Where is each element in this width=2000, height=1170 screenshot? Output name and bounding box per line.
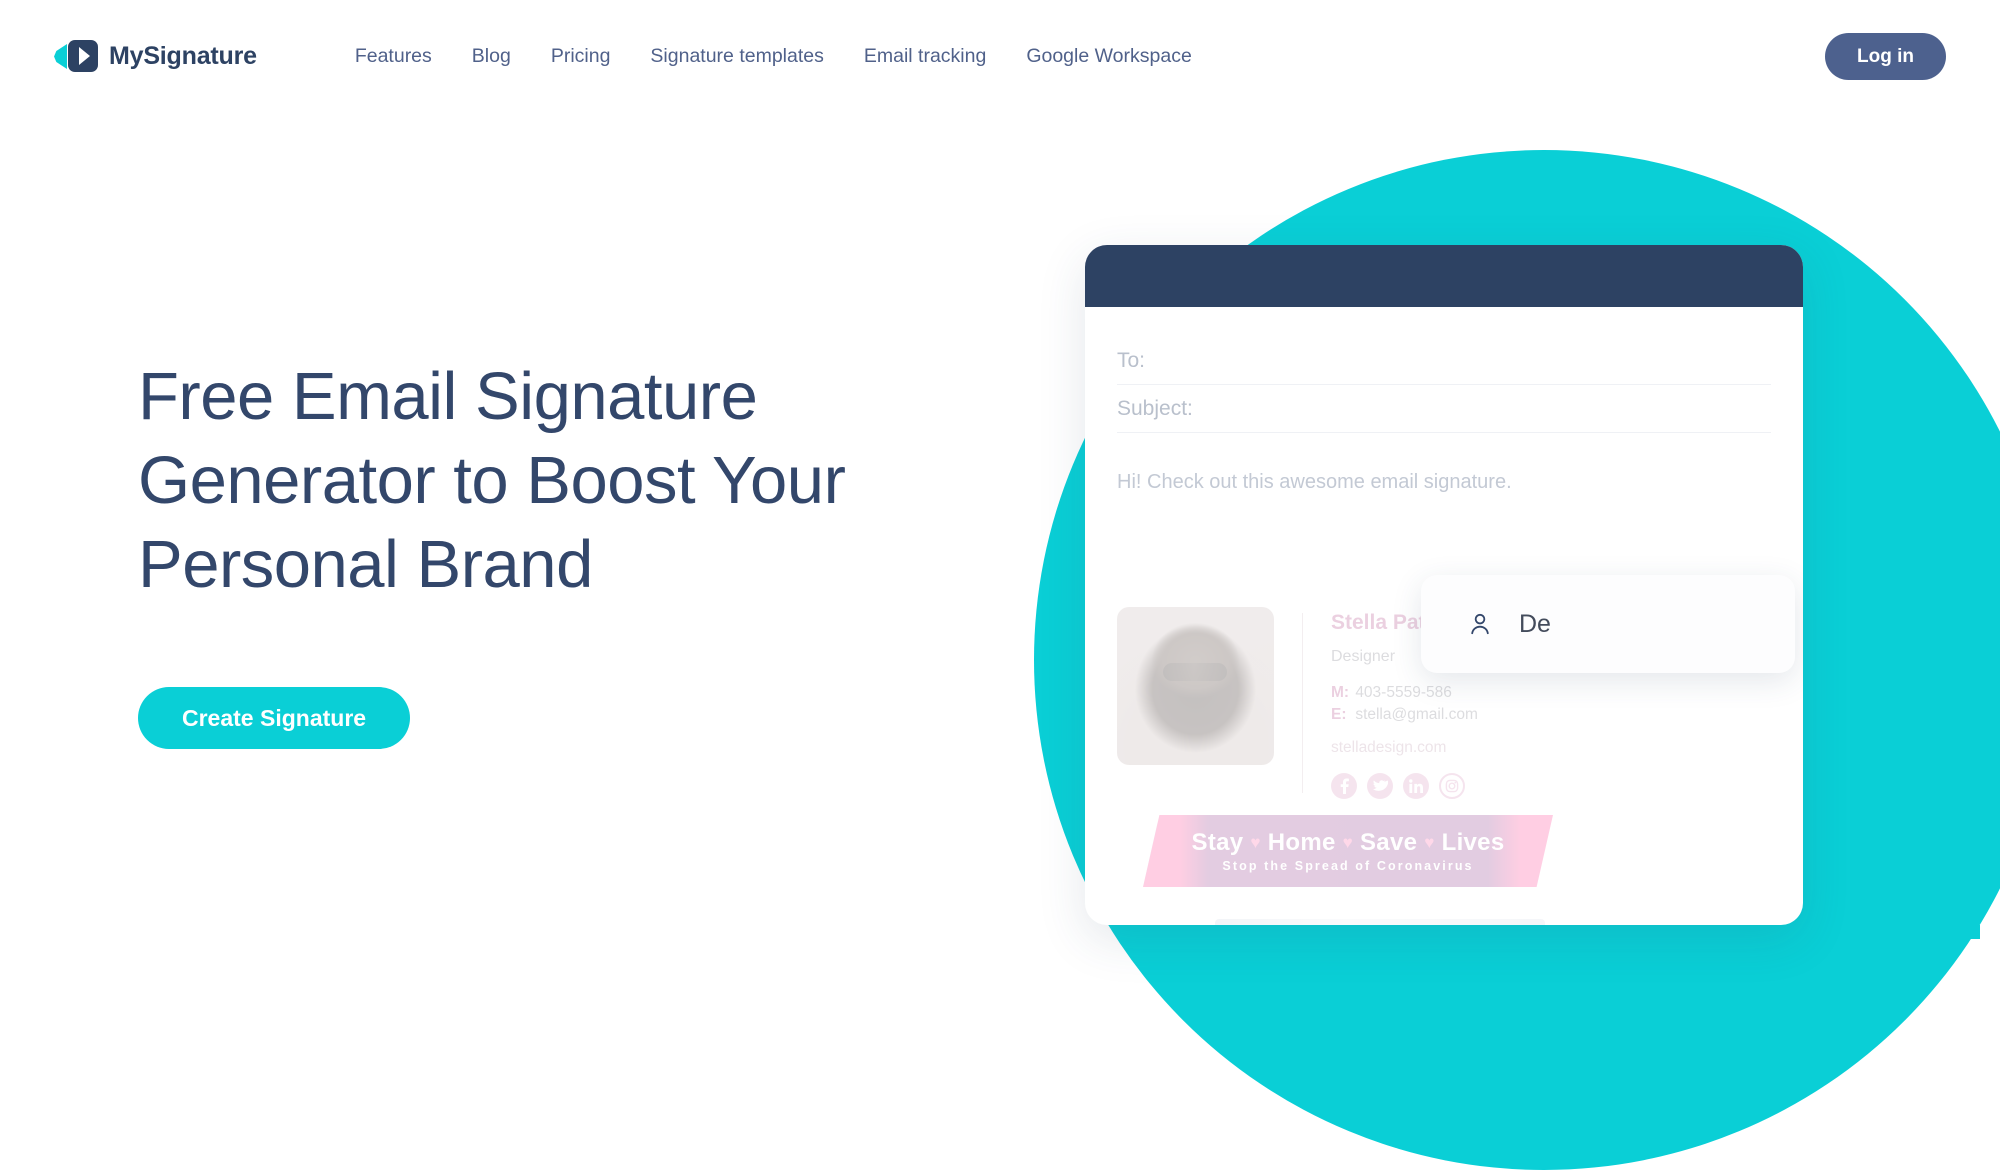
signature-mobile-value: 403-5559-586	[1355, 684, 1452, 701]
signature-email-key: E:	[1331, 706, 1347, 723]
site-header: MySignature Features Blog Pricing Signat…	[0, 0, 2000, 112]
banner-text-group: Stay ♥ Home ♥ Save ♥ Lives Stop the Spre…	[1143, 815, 1553, 887]
to-field-label: To:	[1117, 348, 1146, 372]
banner-subline: Stop the Spread of Coronavirus	[1222, 859, 1474, 873]
signature-website[interactable]: stelladesign.com	[1331, 739, 1483, 757]
signature-divider	[1302, 613, 1303, 793]
banner-word-lives: Lives	[1441, 829, 1505, 856]
linkedin-icon[interactable]	[1403, 773, 1429, 799]
signature-email-value: stella@gmail.com	[1355, 706, 1478, 723]
nav-link-pricing[interactable]: Pricing	[551, 45, 611, 68]
logo-play-triangle-icon	[79, 47, 90, 65]
nav-link-google-workspace[interactable]: Google Workspace	[1026, 45, 1191, 68]
mysignature-logo-icon	[54, 37, 98, 75]
signature-mobile-key: M:	[1331, 684, 1350, 701]
subject-field-label: Subject:	[1117, 396, 1193, 420]
main-nav: Features Blog Pricing Signature template…	[355, 45, 1192, 68]
decorative-teal-bar	[1280, 925, 1980, 939]
heart-icon: ♥	[1342, 833, 1354, 852]
banner-headline: Stay ♥ Home ♥ Save ♥ Lives	[1192, 829, 1505, 857]
login-button[interactable]: Log in	[1825, 33, 1946, 80]
signature-email-row: E: stella@gmail.com	[1331, 706, 1483, 724]
brand-name: MySignature	[109, 41, 257, 70]
brand-logo[interactable]: MySignature	[54, 37, 257, 75]
nav-link-blog[interactable]: Blog	[472, 45, 511, 68]
nav-link-signature-templates[interactable]: Signature templates	[650, 45, 823, 68]
email-mockup-body: To: Subject: Hi! Check out this awesome …	[1085, 307, 1803, 925]
email-mockup-titlebar	[1085, 245, 1803, 307]
subject-field-row[interactable]: Subject:	[1117, 385, 1771, 433]
heart-icon: ♥	[1250, 833, 1261, 852]
twitter-icon[interactable]	[1367, 773, 1393, 799]
mockup-footer-placeholder	[1215, 919, 1545, 925]
banner-word-home: Home	[1267, 829, 1336, 856]
email-body-text: Hi! Check out this awesome email signatu…	[1117, 471, 1512, 493]
logo-teal-arc-icon	[54, 44, 67, 69]
page-title: Free Email Signature Generator to Boost …	[138, 359, 846, 602]
banner-word-stay: Stay	[1191, 829, 1244, 856]
signature-mobile-row: M: 403-5559-586	[1331, 684, 1483, 702]
nav-link-email-tracking[interactable]: Email tracking	[864, 45, 986, 68]
signature-avatar	[1117, 607, 1274, 765]
create-signature-button[interactable]: Create Signature	[138, 687, 411, 749]
facebook-icon[interactable]	[1331, 773, 1357, 799]
email-compose-mockup: To: Subject: Hi! Check out this awesome …	[1085, 245, 1803, 925]
hero-section: Free Email Signature Generator to Boost …	[138, 355, 1008, 749]
recipient-autocomplete-popup[interactable]: De	[1421, 575, 1795, 673]
instagram-icon[interactable]	[1439, 773, 1465, 799]
banner-word-save: Save	[1360, 829, 1418, 856]
to-field-row[interactable]: To:	[1117, 337, 1771, 385]
autocomplete-suggestion-text: De	[1519, 609, 1551, 638]
hero-illustration: To: Subject: Hi! Check out this awesome …	[1000, 0, 2000, 1170]
nav-link-features[interactable]: Features	[355, 45, 432, 68]
signature-social-links	[1331, 773, 1483, 799]
signature-campaign-banner: Stay ♥ Home ♥ Save ♥ Lives Stop the Spre…	[1143, 815, 1553, 887]
heart-icon: ♥	[1424, 833, 1435, 852]
person-icon	[1467, 611, 1493, 637]
